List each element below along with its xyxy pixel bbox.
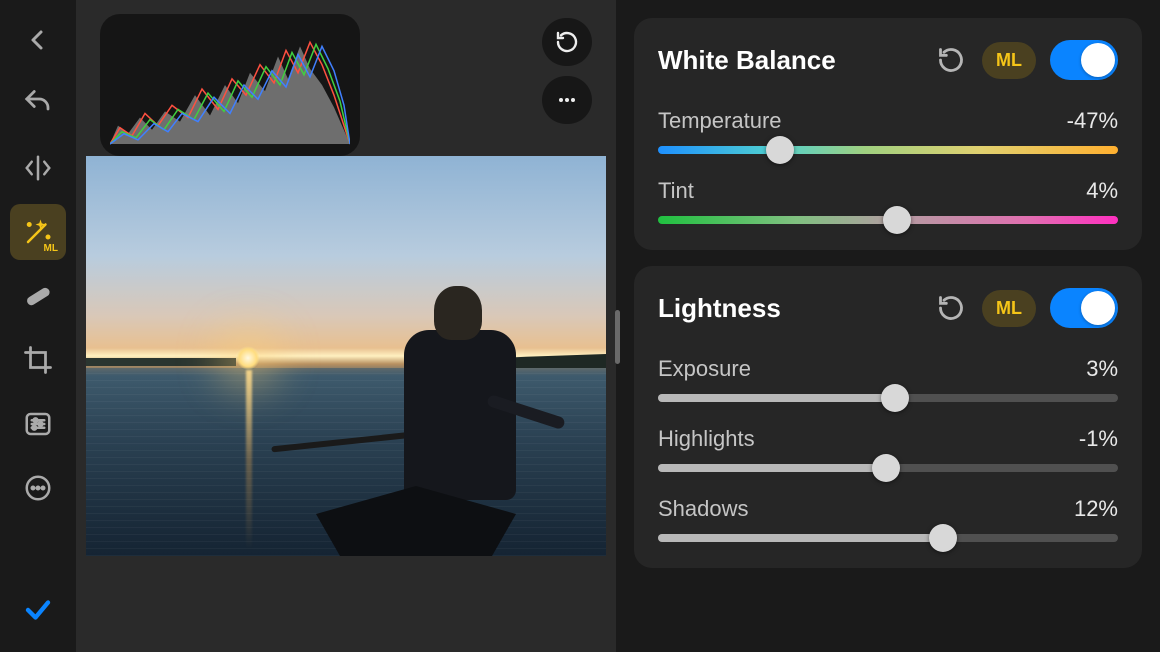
canvas-more-button[interactable] <box>542 76 592 124</box>
control-value: -1% <box>1079 426 1118 452</box>
left-toolbar: ML <box>0 0 76 652</box>
control-shadows: Shadows 12% <box>658 496 1118 542</box>
done-button[interactable] <box>10 582 66 638</box>
control-highlights: Highlights -1% <box>658 426 1118 472</box>
ml-badge[interactable]: ML <box>982 290 1036 327</box>
adjustments-panel: White Balance ML Temperature -47% Tint 4… <box>616 0 1160 652</box>
undo-icon <box>23 89 53 119</box>
shadows-slider[interactable] <box>658 534 1118 542</box>
control-temperature: Temperature -47% <box>658 108 1118 154</box>
slider-thumb[interactable] <box>929 524 957 552</box>
section-title: White Balance <box>658 45 920 76</box>
canvas-overlay-buttons <box>542 18 592 124</box>
compare-icon <box>23 153 53 183</box>
histogram-chart-icon <box>110 24 350 146</box>
undo-button[interactable] <box>10 76 66 132</box>
control-value: 3% <box>1086 356 1118 382</box>
repair-button[interactable] <box>10 268 66 324</box>
control-label: Tint <box>658 178 694 204</box>
slider-thumb[interactable] <box>881 384 909 412</box>
back-button[interactable] <box>10 12 66 68</box>
magic-ml-button[interactable]: ML <box>10 204 66 260</box>
slider-thumb[interactable] <box>872 454 900 482</box>
control-exposure: Exposure 3% <box>658 356 1118 402</box>
crop-button[interactable] <box>10 332 66 388</box>
exposure-slider[interactable] <box>658 394 1118 402</box>
control-tint: Tint 4% <box>658 178 1118 224</box>
slider-thumb[interactable] <box>883 206 911 234</box>
checkmark-icon <box>23 595 53 625</box>
section-lightness: Lightness ML Exposure 3% Highlights -1% <box>634 266 1142 568</box>
ml-badge[interactable]: ML <box>982 42 1036 79</box>
reset-lightness-button[interactable] <box>934 291 968 325</box>
control-label: Temperature <box>658 108 782 134</box>
control-value: -47% <box>1067 108 1118 134</box>
more-tools-button[interactable] <box>10 460 66 516</box>
control-value: 4% <box>1086 178 1118 204</box>
white-balance-toggle[interactable] <box>1050 40 1118 80</box>
reset-icon <box>555 30 579 54</box>
reset-preview-button[interactable] <box>542 18 592 66</box>
tint-slider[interactable] <box>658 216 1118 224</box>
highlights-slider[interactable] <box>658 464 1118 472</box>
bandage-icon <box>23 281 53 311</box>
more-circle-icon <box>23 473 53 503</box>
ml-sublabel: ML <box>44 243 58 254</box>
section-white-balance: White Balance ML Temperature -47% Tint 4… <box>634 18 1142 250</box>
control-value: 12% <box>1074 496 1118 522</box>
control-label: Highlights <box>658 426 755 452</box>
chevron-left-icon <box>26 28 50 52</box>
section-title: Lightness <box>658 293 920 324</box>
canvas-area <box>76 0 616 652</box>
temperature-slider[interactable] <box>658 146 1118 154</box>
compare-button[interactable] <box>10 140 66 196</box>
reset-white-balance-button[interactable] <box>934 43 968 77</box>
control-label: Exposure <box>658 356 751 382</box>
crop-icon <box>23 345 53 375</box>
lightness-toggle[interactable] <box>1050 288 1118 328</box>
slider-thumb[interactable] <box>766 136 794 164</box>
control-label: Shadows <box>658 496 749 522</box>
more-horizontal-icon <box>555 88 579 112</box>
adjustments-button[interactable] <box>10 396 66 452</box>
panel-scroll-indicator[interactable] <box>615 310 620 364</box>
reset-icon <box>937 294 965 322</box>
sliders-icon <box>23 409 53 439</box>
histogram[interactable] <box>100 14 360 156</box>
reset-icon <box>937 46 965 74</box>
photo-preview[interactable] <box>86 156 606 556</box>
